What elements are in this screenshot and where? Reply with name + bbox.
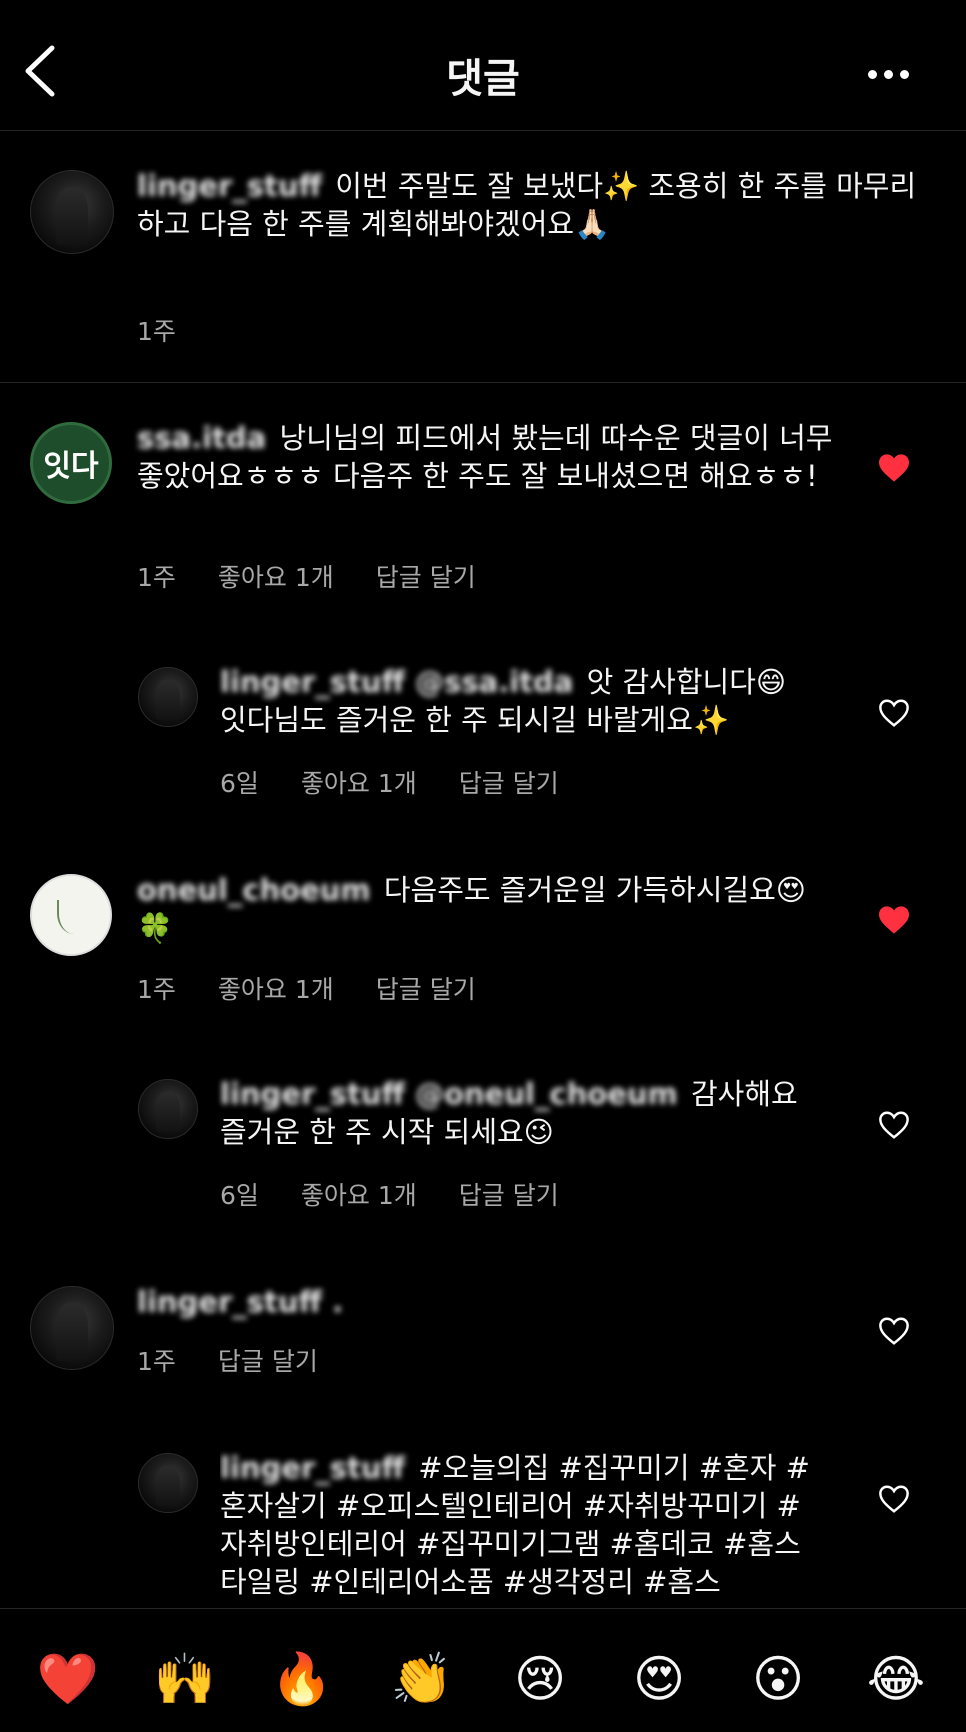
avatar-label: 잇다: [43, 449, 99, 484]
heart-outline-icon[interactable]: [877, 1110, 911, 1140]
comment-text: linger_stuff @ssa.itda 앗 감사합니다😄 잇다님도 즐거운…: [220, 663, 820, 739]
timestamp: 6일: [220, 769, 259, 798]
heart-outline-icon[interactable]: [877, 1316, 911, 1346]
reply-button[interactable]: 답글 달기: [459, 764, 559, 800]
header-bar: 댓글: [0, 0, 966, 131]
more-options-icon[interactable]: [868, 70, 912, 82]
emoji-clap[interactable]: 👏: [390, 1647, 454, 1711]
comment-meta: 1주 좋아요 1개 답글 달기: [137, 558, 476, 594]
reply-button[interactable]: 답글 달기: [376, 970, 476, 1006]
post-caption: linger_stuff 이번 주말도 잘 보냈다✨ 조용히 한 주를 마무리하…: [0, 130, 966, 383]
comment-text: linger_stuff @oneul_choeum 감사해요 즐거운 한 주 …: [220, 1075, 820, 1151]
emoji-raised-hands[interactable]: 🙌: [153, 1647, 217, 1711]
username[interactable]: linger_stuff: [220, 1451, 405, 1485]
leaf-logo-icon: [57, 900, 85, 934]
username[interactable]: linger_stuff @ssa.itda: [220, 665, 573, 699]
username[interactable]: linger_stuff @oneul_choeum: [220, 1077, 678, 1111]
timestamp: 1주: [137, 975, 176, 1004]
timestamp: 1주: [137, 563, 176, 592]
username[interactable]: oneul_choeum: [137, 873, 371, 907]
avatar[interactable]: [138, 667, 198, 727]
avatar[interactable]: [138, 1453, 198, 1513]
emoji-heart-eyes[interactable]: 😍: [627, 1647, 691, 1711]
emoji-surprised[interactable]: 😮: [746, 1647, 810, 1711]
comment-text: linger_stuff .: [137, 1283, 837, 1321]
comment-meta: 6일 좋아요 1개 답글 달기: [220, 764, 559, 800]
likes-count[interactable]: 좋아요 1개: [301, 1176, 417, 1212]
emoji-laughing[interactable]: 😂: [864, 1647, 928, 1711]
timestamp: 1주: [137, 1347, 176, 1376]
emoji-crying[interactable]: 😢: [508, 1647, 572, 1711]
avatar[interactable]: 잇다: [30, 422, 112, 504]
avatar[interactable]: [138, 1079, 198, 1139]
emoji-fire[interactable]: 🔥: [270, 1647, 334, 1711]
caption-meta: 1주: [137, 312, 176, 348]
heart-filled-icon[interactable]: [877, 905, 911, 935]
timestamp: 6일: [220, 1181, 259, 1210]
username[interactable]: linger_stuff: [137, 169, 322, 203]
emoji-heart[interactable]: ❤️: [36, 1647, 100, 1711]
caption-text: linger_stuff 이번 주말도 잘 보냈다✨ 조용히 한 주를 마무리하…: [137, 167, 927, 243]
comment-meta: 1주 답글 달기: [137, 1342, 318, 1378]
username[interactable]: ssa.itda: [137, 421, 266, 455]
likes-count[interactable]: 좋아요 1개: [218, 970, 334, 1006]
heart-outline-icon[interactable]: [877, 1484, 911, 1514]
comment-text: oneul_choeum 다음주도 즐거운일 가득하시길요😍🍀: [137, 871, 837, 947]
likes-count[interactable]: 좋아요 1개: [218, 558, 334, 594]
comment-text: ssa.itda 낭니님의 피드에서 봤는데 따수운 댓글이 너무 좋았어요ㅎㅎ…: [137, 419, 837, 495]
likes-count[interactable]: 좋아요 1개: [301, 764, 417, 800]
comment-meta: 6일 좋아요 1개 답글 달기: [220, 1176, 559, 1212]
heart-outline-icon[interactable]: [877, 698, 911, 728]
timestamp: 1주: [137, 317, 176, 346]
avatar[interactable]: [30, 170, 114, 254]
emoji-reaction-bar: ❤️ 🙌 🔥 👏 😢 😍 😮 😂: [0, 1608, 966, 1732]
reply-button[interactable]: 답글 달기: [376, 558, 476, 594]
comment-meta: 1주 좋아요 1개 답글 달기: [137, 970, 476, 1006]
comment-text: linger_stuff #오늘의집 #집꾸미기 #혼자 #혼자살기 #오피스텔…: [220, 1449, 820, 1608]
avatar[interactable]: [30, 1286, 114, 1370]
page-title: 댓글: [446, 56, 520, 102]
username[interactable]: linger_stuff .: [137, 1285, 343, 1319]
reply-button[interactable]: 답글 달기: [459, 1176, 559, 1212]
heart-filled-icon[interactable]: [877, 453, 911, 483]
reply-button[interactable]: 답글 달기: [218, 1342, 318, 1378]
avatar[interactable]: [30, 874, 112, 956]
